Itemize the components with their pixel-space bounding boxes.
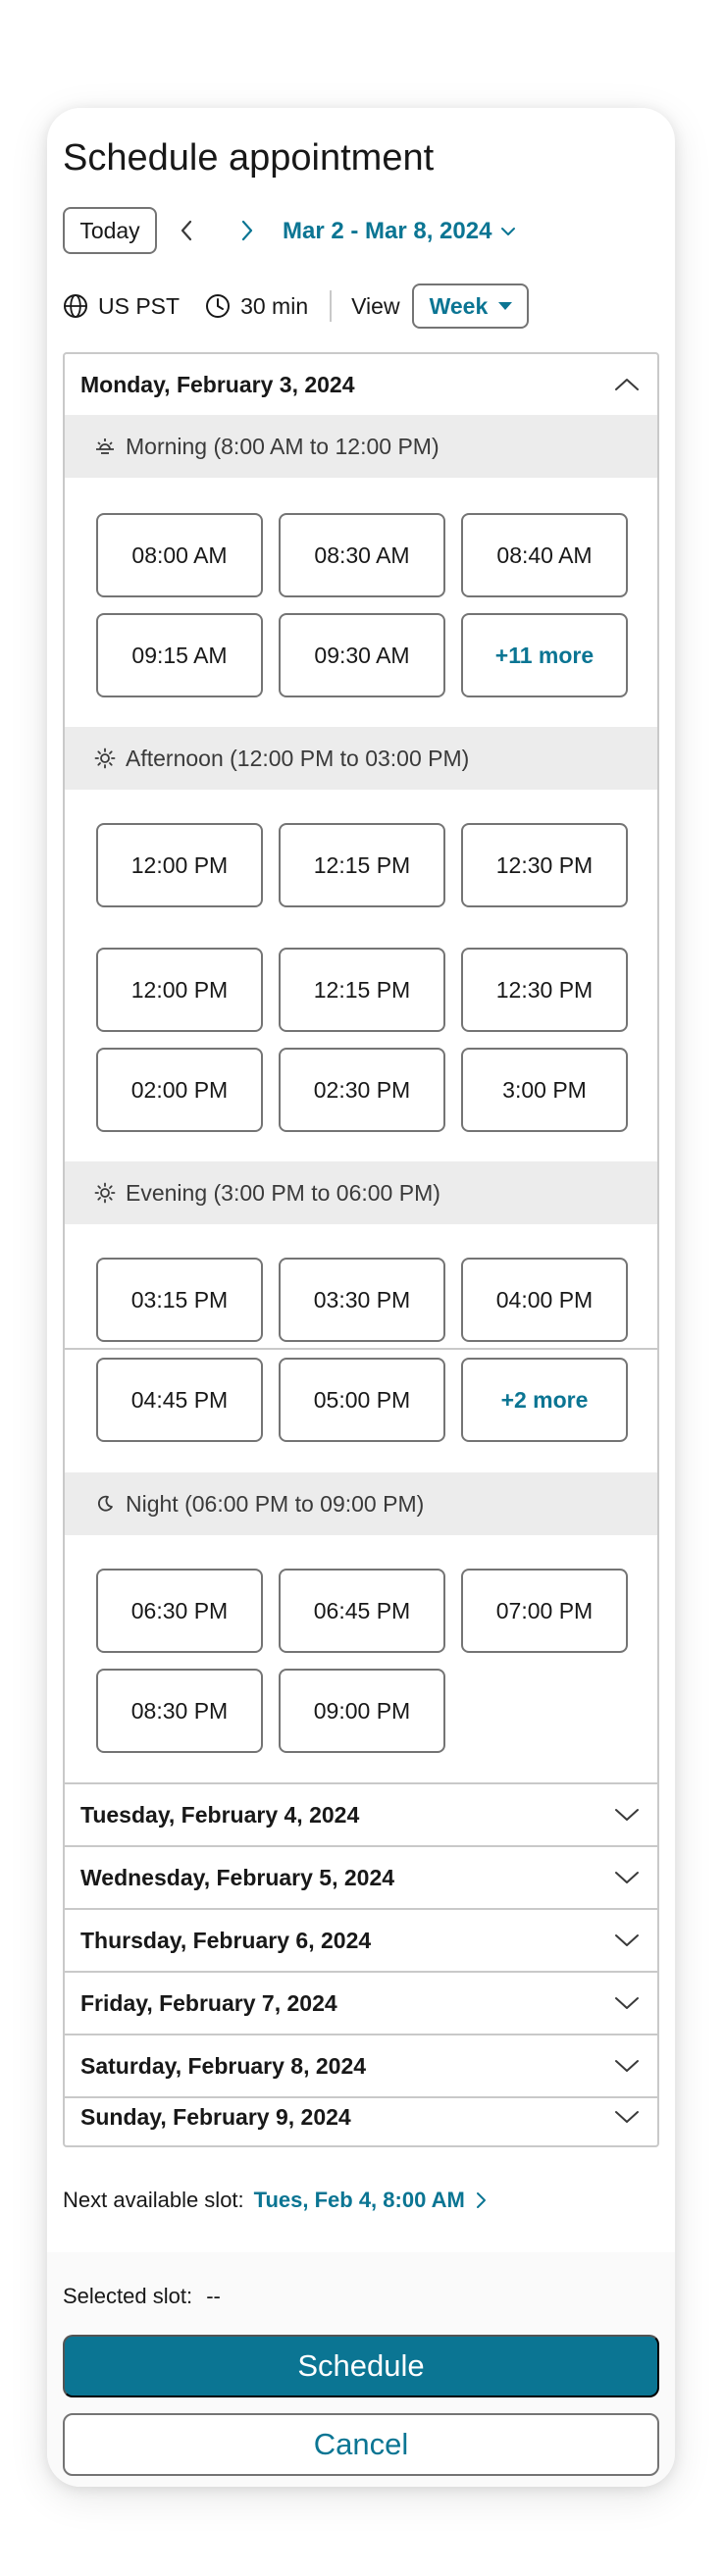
more-slots-button[interactable]: +2 more <box>461 1358 628 1442</box>
selected-slot: Selected slot: -- <box>63 2284 221 2309</box>
divider <box>330 290 333 322</box>
time-slot[interactable]: 08:40 AM <box>461 513 628 597</box>
time-slot[interactable]: 12:00 PM <box>96 948 263 1032</box>
time-slot[interactable]: 04:45 PM <box>96 1358 263 1442</box>
duration: 30 min <box>205 293 308 320</box>
time-slot[interactable]: 03:30 PM <box>279 1258 445 1342</box>
period-label: Night (06:00 PM to 09:00 PM) <box>126 1490 425 1517</box>
day-label: Wednesday, February 5, 2024 <box>80 1864 395 1890</box>
time-slot[interactable]: 08:30 PM <box>96 1669 263 1753</box>
day-label: Sunday, February 9, 2024 <box>80 2103 351 2130</box>
selected-slot-label: Selected slot: <box>63 2284 193 2308</box>
day-header-sunday[interactable]: Sunday, February 9, 2024 <box>65 2087 657 2145</box>
chevron-down-icon <box>615 2060 639 2072</box>
period-label: Morning (8:00 AM to 12:00 PM) <box>126 433 440 459</box>
duration-label: 30 min <box>240 292 309 319</box>
day-accordion: Monday, February 3, 2024 Morning (8:00 A… <box>63 352 659 2147</box>
timezone: US PST <box>63 293 180 320</box>
cancel-button[interactable]: Cancel <box>63 2413 659 2476</box>
day-label: Saturday, February 8, 2024 <box>80 2052 367 2079</box>
period-morning: Morning (8:00 AM to 12:00 PM) <box>65 415 657 478</box>
previous-week-button[interactable] <box>169 213 204 248</box>
appointment-meta: US PST 30 min View Week <box>63 283 651 329</box>
time-slot[interactable]: 09:15 AM <box>96 613 263 697</box>
time-slot[interactable]: 3:00 PM <box>461 1048 628 1132</box>
chevron-down-icon <box>615 1934 639 1946</box>
chevron-down-icon <box>615 1997 639 2009</box>
day-label: Thursday, February 6, 2024 <box>80 1927 372 1953</box>
day-header-tuesday[interactable]: Tuesday, February 4, 2024 <box>65 1784 657 1845</box>
caret-down-icon <box>498 302 513 310</box>
chevron-up-icon <box>615 379 639 390</box>
chevron-down-icon <box>501 228 516 235</box>
chevron-right-icon <box>241 220 253 241</box>
time-slot[interactable]: 08:30 AM <box>279 513 445 597</box>
day-header-monday[interactable]: Monday, February 3, 2024 <box>65 354 657 415</box>
today-button[interactable]: Today <box>63 207 157 254</box>
next-week-button[interactable] <box>230 213 265 248</box>
period-label: Evening (3:00 PM to 06:00 PM) <box>126 1179 440 1206</box>
time-slot[interactable]: 06:30 PM <box>96 1569 263 1653</box>
time-slot[interactable]: 07:00 PM <box>461 1569 628 1653</box>
chevron-down-icon <box>615 1872 639 1883</box>
date-range-dropdown[interactable]: Mar 2 - Mar 8, 2024 <box>283 214 517 249</box>
dialog-footer: Selected slot: -- Schedule Cancel <box>47 2252 675 2487</box>
period-night: Night (06:00 PM to 09:00 PM) <box>65 1472 657 1535</box>
page-title: Schedule appointment <box>63 137 435 179</box>
view-select[interactable]: Week <box>411 283 530 329</box>
sun-icon <box>94 747 116 769</box>
globe-icon <box>64 294 87 318</box>
next-slot-value: Tues, Feb 4, 8:00 AM <box>253 2188 465 2212</box>
time-slot[interactable]: 06:45 PM <box>279 1569 445 1653</box>
period-evening: Evening (3:00 PM to 06:00 PM) <box>65 1161 657 1224</box>
day-label: Tuesday, February 4, 2024 <box>80 1801 360 1828</box>
time-slot[interactable]: 03:15 PM <box>96 1258 263 1342</box>
divider <box>65 1348 657 1350</box>
chevron-down-icon <box>615 1809 639 1821</box>
time-slot[interactable]: 12:30 PM <box>461 948 628 1032</box>
chevron-right-icon <box>476 2192 486 2208</box>
chevron-left-icon <box>181 220 192 241</box>
time-slot[interactable]: 02:30 PM <box>279 1048 445 1132</box>
time-slot[interactable]: 12:15 PM <box>279 948 445 1032</box>
day-header-wednesday[interactable]: Wednesday, February 5, 2024 <box>65 1847 657 1908</box>
date-range-label: Mar 2 - Mar 8, 2024 <box>283 218 492 244</box>
next-slot-link[interactable]: Tues, Feb 4, 8:00 AM <box>254 2188 487 2213</box>
schedule-dialog: Schedule appointment Today Mar 2 - Mar 8… <box>47 108 675 2487</box>
day-header-thursday[interactable]: Thursday, February 6, 2024 <box>65 1910 657 1971</box>
clock-icon <box>206 294 231 318</box>
time-slot[interactable]: 02:00 PM <box>96 1048 263 1132</box>
view-label: View <box>351 292 400 319</box>
view-value: Week <box>429 292 489 319</box>
more-slots-button[interactable]: +11 more <box>461 613 628 697</box>
day-label: Monday, February 3, 2024 <box>80 371 355 397</box>
sun-icon <box>94 1182 116 1204</box>
chevron-down-icon <box>615 2111 639 2123</box>
moon-icon <box>97 1495 113 1512</box>
time-slot[interactable]: 09:30 AM <box>279 613 445 697</box>
time-slot[interactable]: 12:15 PM <box>279 823 445 907</box>
sun-low-icon <box>96 438 114 454</box>
next-slot-label: Next available slot: <box>63 2188 244 2212</box>
time-slot[interactable]: 08:00 AM <box>96 513 263 597</box>
time-slot[interactable]: 04:00 PM <box>461 1258 628 1342</box>
time-slot[interactable]: 12:00 PM <box>96 823 263 907</box>
timezone-label: US PST <box>98 292 181 319</box>
time-slot[interactable]: 12:30 PM <box>461 823 628 907</box>
period-afternoon: Afternoon (12:00 PM to 03:00 PM) <box>65 727 657 790</box>
day-header-friday[interactable]: Friday, February 7, 2024 <box>65 1973 657 2034</box>
next-available-slot: Next available slot: Tues, Feb 4, 8:00 A… <box>63 2188 487 2213</box>
time-slot[interactable]: 05:00 PM <box>279 1358 445 1442</box>
day-label: Friday, February 7, 2024 <box>80 1989 337 2016</box>
period-label: Afternoon (12:00 PM to 03:00 PM) <box>126 745 470 771</box>
time-slot[interactable]: 09:00 PM <box>279 1669 445 1753</box>
selected-slot-value: -- <box>206 2284 221 2308</box>
schedule-button[interactable]: Schedule <box>63 2335 659 2397</box>
